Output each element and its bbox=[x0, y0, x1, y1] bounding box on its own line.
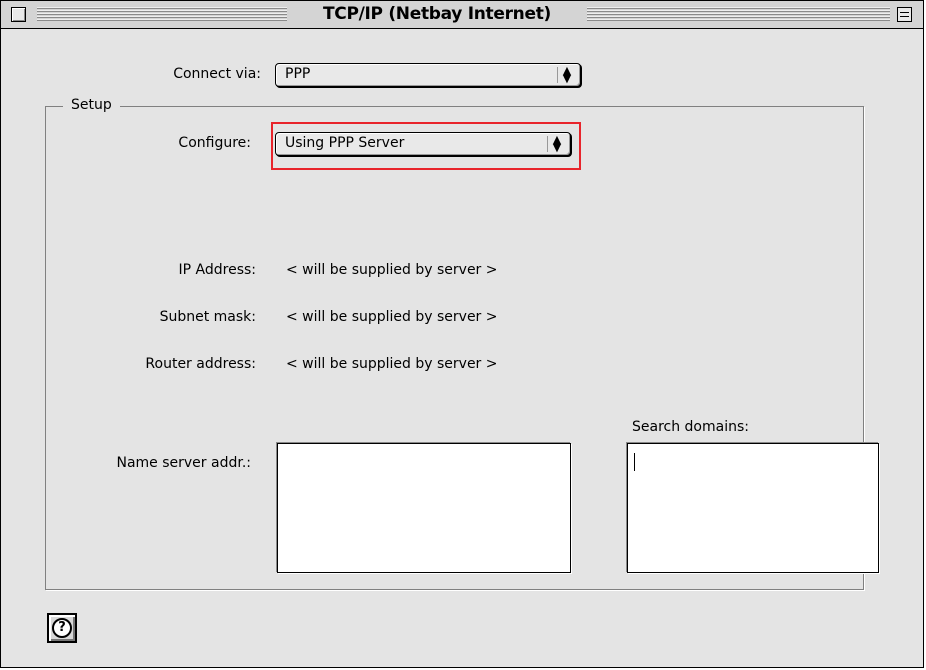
title-bar-stripes-left bbox=[37, 7, 287, 22]
connect-via-label: Connect via: bbox=[173, 66, 261, 82]
connect-via-popup[interactable]: PPP ▲ ▼ bbox=[275, 63, 581, 87]
connect-via-value: PPP bbox=[285, 66, 311, 82]
subnet-mask-value: < will be supplied by server > bbox=[286, 309, 498, 325]
configure-highlight bbox=[271, 122, 581, 170]
window-title: TCP/IP (Netbay Internet) bbox=[289, 4, 585, 24]
configure-label: Configure: bbox=[178, 135, 251, 151]
ip-address-label: IP Address: bbox=[178, 262, 257, 278]
title-bar[interactable]: TCP/IP (Netbay Internet) bbox=[1, 1, 923, 29]
router-address-label: Router address: bbox=[145, 356, 256, 372]
help-button[interactable]: ? bbox=[47, 613, 77, 643]
close-box[interactable] bbox=[11, 7, 26, 22]
ip-address-value: < will be supplied by server > bbox=[286, 262, 498, 278]
subnet-mask-label: Subnet mask: bbox=[159, 309, 256, 325]
name-server-field[interactable] bbox=[277, 443, 571, 573]
name-server-label: Name server addr.: bbox=[116, 455, 251, 471]
help-icon: ? bbox=[52, 618, 72, 638]
setup-legend: Setup bbox=[63, 97, 120, 113]
popup-arrows-icon: ▲ ▼ bbox=[557, 65, 574, 84]
tcpip-window: TCP/IP (Netbay Internet) Connect via: PP… bbox=[0, 0, 924, 668]
router-address-value: < will be supplied by server > bbox=[286, 356, 498, 372]
search-domains-field[interactable] bbox=[627, 443, 879, 573]
collapse-box[interactable] bbox=[897, 7, 912, 22]
search-domains-label: Search domains: bbox=[632, 419, 749, 435]
text-cursor bbox=[634, 453, 635, 471]
title-bar-stripes-right bbox=[587, 7, 890, 22]
